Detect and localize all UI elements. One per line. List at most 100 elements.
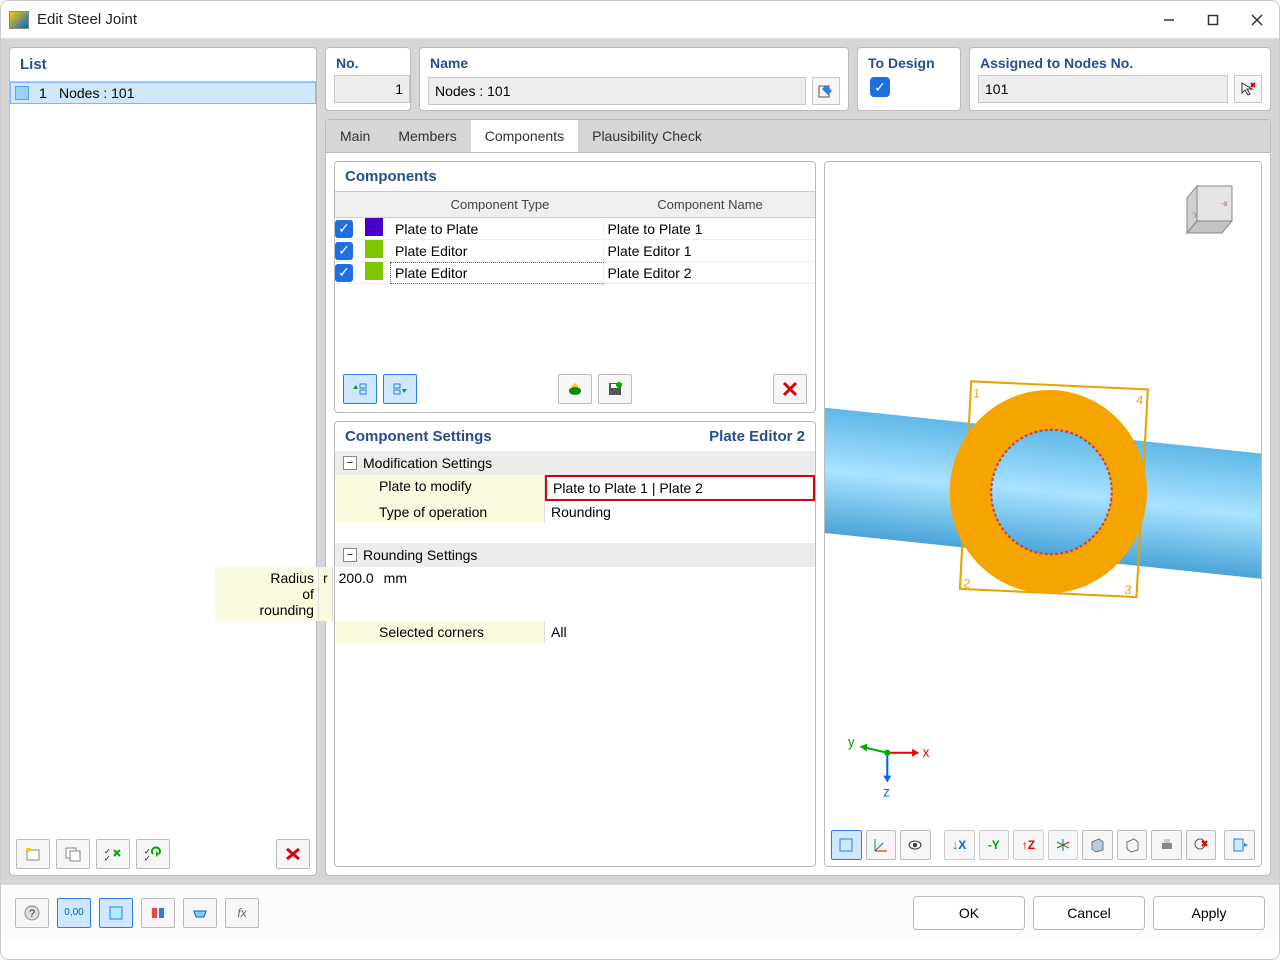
svg-text:z: z — [883, 784, 890, 799]
ok-button[interactable]: OK — [913, 896, 1025, 930]
settings-header: Component Settings — [345, 428, 492, 445]
assigned-label: Assigned to Nodes No. — [978, 52, 1262, 75]
svg-text:x: x — [923, 745, 930, 760]
svg-text:✓: ✓ — [104, 854, 111, 862]
view-tool-eye[interactable] — [900, 830, 931, 860]
svg-text:y: y — [848, 735, 855, 750]
table-row[interactable]: ✓ Plate Editor Plate Editor 1 — [335, 240, 815, 262]
table-row[interactable]: ✓ Plate to Plate Plate to Plate 1 — [335, 218, 815, 240]
svg-text:3: 3 — [1124, 583, 1132, 598]
orientation-cube-icon[interactable]: -y -x — [1177, 176, 1247, 246]
components-table-header: Component Type Component Name — [335, 191, 815, 218]
help-button[interactable]: ? — [15, 898, 49, 928]
3d-viewer[interactable]: -y -x 1 4 3 2 — [824, 161, 1262, 867]
components-panel: Components Component Type Component Name… — [334, 161, 816, 413]
list-item-num: 1 — [39, 85, 59, 101]
no-card: No. 1 — [325, 47, 411, 111]
view-tool-1[interactable] — [831, 830, 862, 860]
svg-text:4: 4 — [1136, 393, 1144, 408]
check-cycle-button[interactable]: ✓✓ — [136, 839, 170, 869]
check-green-button[interactable]: ✓✓ — [96, 839, 130, 869]
maximize-button[interactable] — [1191, 2, 1235, 38]
svg-text:1: 1 — [972, 386, 980, 401]
name-card: Name Nodes : 101 — [419, 47, 849, 111]
view-solid-button[interactable] — [1082, 830, 1113, 860]
tab-components[interactable]: Components — [471, 120, 578, 152]
components-toolbar — [335, 366, 815, 412]
layers-button[interactable] — [141, 898, 175, 928]
prop-type-of-operation[interactable]: Type of operation Rounding — [335, 501, 815, 523]
collapse-icon[interactable]: − — [343, 456, 357, 470]
list-panel: List 1 Nodes : 101 ✓✓ ✓✓ — [9, 47, 317, 876]
list-body: 1 Nodes : 101 — [10, 82, 316, 833]
edit-name-button[interactable] — [812, 77, 840, 105]
new-item-button[interactable] — [16, 839, 50, 869]
display-button[interactable] — [183, 898, 217, 928]
save-button[interactable] — [598, 374, 632, 404]
col-name: Component Name — [605, 192, 815, 217]
list-item[interactable]: 1 Nodes : 101 — [10, 82, 316, 104]
viewer-toolbar: ↓X -Y ↑Z — [831, 830, 1255, 860]
import-button[interactable] — [558, 374, 592, 404]
view-tool-axes[interactable] — [866, 830, 897, 860]
color-button[interactable] — [99, 898, 133, 928]
assigned-field[interactable]: 101 — [978, 75, 1228, 103]
copy-item-button[interactable] — [56, 839, 90, 869]
app-icon — [9, 11, 29, 29]
move-up-button[interactable] — [343, 374, 377, 404]
tab-main[interactable]: Main — [326, 120, 384, 152]
no-label: No. — [334, 52, 402, 75]
no-field[interactable]: 1 — [334, 75, 410, 103]
todesign-checkbox[interactable]: ✓ — [870, 77, 890, 97]
close-button[interactable] — [1235, 2, 1279, 38]
move-down-button[interactable] — [383, 374, 417, 404]
row-checkbox[interactable]: ✓ — [335, 242, 353, 260]
svg-text:-x: -x — [1221, 199, 1228, 208]
col-type: Component Type — [395, 192, 605, 217]
row-checkbox[interactable]: ✓ — [335, 264, 353, 282]
name-field[interactable]: Nodes : 101 — [428, 77, 806, 105]
fx-button[interactable]: fx — [225, 898, 259, 928]
tab-plausibility[interactable]: Plausibility Check — [578, 120, 716, 152]
list-toolbar: ✓✓ ✓✓ — [10, 833, 316, 875]
apply-button[interactable]: Apply — [1153, 896, 1265, 930]
footer-bar: ? 0,00 fx OK Cancel Apply — [1, 884, 1279, 940]
view-iso-button[interactable] — [1048, 830, 1079, 860]
svg-text:-y: -y — [1191, 209, 1198, 218]
todesign-label: To Design — [866, 52, 952, 75]
view-y-button[interactable]: -Y — [979, 830, 1010, 860]
cancel-button[interactable]: Cancel — [1033, 896, 1145, 930]
row-color-icon — [365, 262, 383, 280]
settings-subtitle: Plate Editor 2 — [709, 428, 805, 445]
prop-corners[interactable]: Selected corners All — [335, 621, 815, 643]
group-modification: − Modification Settings — [335, 451, 815, 475]
row-color-icon — [365, 218, 383, 236]
minimize-button[interactable] — [1147, 2, 1191, 38]
tab-members[interactable]: Members — [384, 120, 470, 152]
assigned-card: Assigned to Nodes No. 101 — [969, 47, 1271, 111]
print-button[interactable] — [1151, 830, 1182, 860]
view-expand-button[interactable] — [1224, 830, 1255, 860]
components-header: Components — [335, 162, 815, 191]
table-row[interactable]: ✓ Plate Editor Plate Editor 2 — [335, 262, 815, 284]
view-z-button[interactable]: ↑Z — [1013, 830, 1044, 860]
collapse-icon[interactable]: − — [343, 548, 357, 562]
window-title: Edit Steel Joint — [37, 11, 1147, 28]
delete-item-button[interactable] — [276, 839, 310, 869]
view-delete-button[interactable] — [1186, 830, 1217, 860]
delete-component-button[interactable] — [773, 374, 807, 404]
view-wire-button[interactable] — [1117, 830, 1148, 860]
row-checkbox[interactable]: ✓ — [335, 220, 353, 238]
list-item-color-icon — [15, 86, 29, 100]
prop-radius[interactable]: Radius of rounding r 200.0 mm — [335, 567, 411, 621]
todesign-card: To Design ✓ — [857, 47, 961, 111]
prop-plate-to-modify[interactable]: Plate to modify Plate to Plate 1 | Plate… — [335, 475, 815, 501]
settings-panel: Component Settings Plate Editor 2 − Modi… — [334, 421, 816, 867]
group-rounding: − Rounding Settings — [335, 543, 815, 567]
pick-nodes-button[interactable] — [1234, 75, 1262, 103]
view-x-button[interactable]: ↓X — [944, 830, 975, 860]
title-bar: Edit Steel Joint — [1, 1, 1279, 39]
units-button[interactable]: 0,00 — [57, 898, 91, 928]
svg-text:✓: ✓ — [144, 854, 151, 862]
list-item-label: Nodes : 101 — [59, 85, 135, 101]
